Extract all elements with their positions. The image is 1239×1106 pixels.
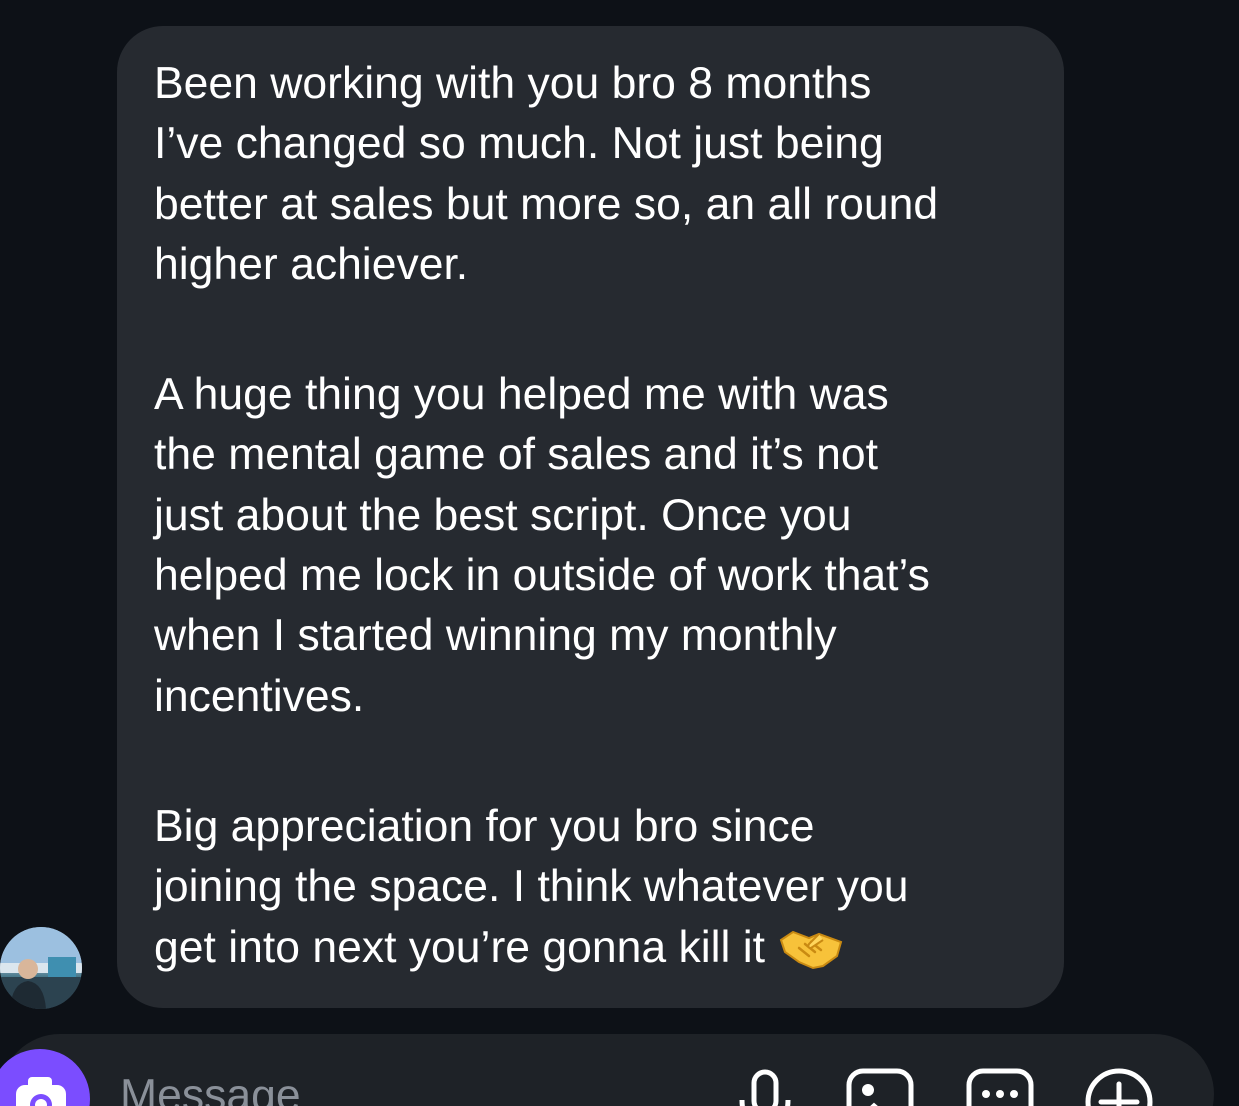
message-paragraph: Been working with you bro 8 months I’ve …	[154, 54, 1034, 295]
camera-button[interactable]	[0, 1049, 90, 1106]
message-line: higher achiever.	[154, 239, 469, 289]
sender-avatar[interactable]	[0, 927, 82, 1009]
message-line: I’ve changed so much. Not just being	[154, 119, 884, 169]
message-line: helped me lock in outside of work that’s	[154, 551, 930, 601]
message-line: get into next you’re gonna kill it	[154, 918, 1034, 978]
handshake-emoji	[779, 930, 843, 969]
message-line: when I started winning my monthly	[154, 611, 837, 661]
plus-icon[interactable]	[1083, 1066, 1155, 1106]
received-message-bubble[interactable]: Been working with you bro 8 months I’ve …	[117, 26, 1064, 1008]
message-line-text: get into next you’re gonna kill it	[154, 922, 766, 972]
message-line: incentives.	[154, 671, 365, 721]
message-line: A huge thing you helped me with was	[154, 370, 889, 420]
microphone-icon[interactable]	[730, 1066, 802, 1106]
avatar-photo	[0, 927, 82, 1009]
message-line: the mental game of sales and it’s not	[154, 430, 878, 480]
message-paragraph: A huge thing you helped me with was the …	[154, 365, 1034, 727]
message-line: joining the space. I think whatever you	[154, 862, 909, 912]
sticker-icon[interactable]	[964, 1066, 1036, 1106]
message-paragraph: Big appreciation for you bro since joini…	[154, 797, 1034, 978]
message-line: Big appreciation for you bro since	[154, 801, 815, 851]
message-input[interactable]: Message	[120, 1066, 301, 1106]
message-line: Been working with you bro 8 months	[154, 59, 872, 108]
chat-thread: Been working with you bro 8 months I’ve …	[0, 0, 1239, 1030]
message-line: just about the best script. Once you	[154, 490, 852, 540]
gallery-icon[interactable]	[844, 1066, 916, 1106]
camera-icon	[16, 1077, 66, 1106]
message-line: better at sales but more so, an all roun…	[154, 179, 939, 229]
